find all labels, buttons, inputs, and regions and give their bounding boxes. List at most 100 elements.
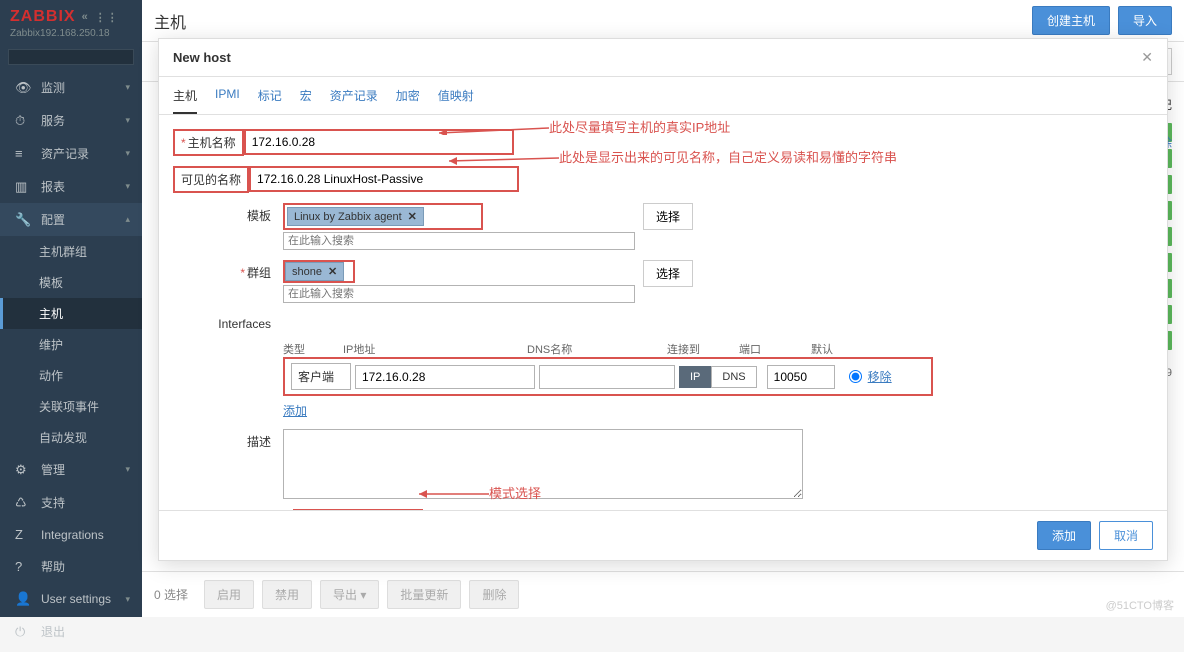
nav-user-settings[interactable]: 👤User settings▾ [0,583,142,615]
proxy-label: 由agent代理程序监测 [173,509,293,510]
new-host-modal: New host ✕ 主机 IPMI 标记 宏 资产记录 加密 值映射 *主机名… [158,38,1168,561]
close-icon[interactable]: ✕ [1141,49,1153,66]
group-search-input[interactable] [283,285,635,303]
nav-reports[interactable]: ▥报表▾ [0,170,142,203]
server-address: Zabbix192.168.250.18 [10,28,132,39]
sidebar: ZABBIX « ⋮⋮ Zabbix192.168.250.18 🔍 👁监测▾ … [0,0,142,617]
interface-type[interactable]: 客户端 [291,363,351,390]
footer-actions: 0 选择 启用 禁用 导出 ▾ 批量更新 删除 [142,571,1184,617]
interface-row: 客户端 IP DNS 移除 [283,357,933,396]
nav-admin[interactable]: ⚙管理▾ [0,453,142,486]
wrench-icon: 🔧 [15,212,31,228]
hostname-input[interactable] [244,129,514,155]
nav-services[interactable]: ⏱服务▾ [0,104,142,137]
subnav-host-groups[interactable]: 主机群组 [0,236,142,267]
chevron-up-icon: ▴ [125,214,130,225]
templates-multiselect[interactable]: Linux by Zabbix agent✕ [283,203,483,230]
nav-help[interactable]: ?帮助 [0,550,142,583]
chart-icon: ▥ [15,179,31,195]
nav-logout[interactable]: ⏻退出 [0,615,142,648]
chevron-down-icon: ▾ [125,464,130,475]
page-header: 主机 创建主机 导入 [142,0,1184,42]
chevron-down-icon: ▾ [125,181,130,192]
subnav-discovery[interactable]: 自动发现 [0,422,142,453]
search-input[interactable] [15,51,157,63]
help-icon: ? [15,559,31,574]
tab-ipmi[interactable]: IPMI [215,87,240,114]
interfaces-header: 类型 IP地址 DNS名称 连接到 端口 默认 [283,341,903,357]
clock-icon: ⏱ [15,113,31,129]
nav-integrations[interactable]: ZIntegrations [0,519,142,550]
main-content: 主机 创建主机 导入 过滤器 ▿ 移除 用性 agent 加密 信息 标记 ZB… [142,0,1184,617]
nav-inventory[interactable]: ≡资产记录▾ [0,137,142,170]
config-submenu: 主机群组 模板 主机 维护 动作 关联项事件 自动发现 [0,236,142,453]
template-pill[interactable]: Linux by Zabbix agent✕ [287,207,424,226]
visible-name-input[interactable] [249,166,519,192]
modal-tabs: 主机 IPMI 标记 宏 资产记录 加密 值映射 [159,77,1167,115]
description-textarea[interactable] [283,429,803,499]
group-pill[interactable]: shone✕ [285,262,344,281]
chevron-down-icon: ▾ [125,82,130,93]
search-box[interactable]: 🔍 [8,49,134,65]
brand-text: ZABBIX [10,8,76,26]
connect-ip-button[interactable]: IP [679,366,711,388]
eye-icon: 👁 [15,80,31,96]
nav-support[interactable]: ♺支持 [0,486,142,519]
modal-title: New host [173,50,231,65]
delete-button[interactable]: 删除 [469,580,519,609]
visible-name-label: 可见的名称 [173,166,249,193]
tab-valuemap[interactable]: 值映射 [438,87,474,114]
tab-encryption[interactable]: 加密 [396,87,420,114]
nav-config[interactable]: 🔧配置▴ [0,203,142,236]
chevron-down-icon: ▾ [125,594,130,605]
enable-button[interactable]: 启用 [204,580,254,609]
remove-tag-icon[interactable]: ✕ [408,210,417,223]
tab-host[interactable]: 主机 [173,87,197,114]
menu-icon[interactable]: ⋮⋮ [95,11,119,24]
collapse-icon[interactable]: « [82,11,89,23]
templates-label: 模板 [173,203,283,224]
groups-label: *群组 [173,260,283,281]
interfaces-label: Interfaces [173,313,283,331]
connect-dns-button[interactable]: DNS [711,366,756,388]
interface-dns-input[interactable] [539,365,675,389]
logo[interactable]: ZABBIX « ⋮⋮ [10,8,132,26]
subnav-hosts[interactable]: 主机 [0,298,142,329]
chevron-down-icon: ▾ [125,148,130,159]
gear-icon: ⚙ [15,462,31,478]
interface-port-input[interactable] [767,365,835,389]
select-template-button[interactable]: 选择 [643,203,693,230]
mass-update-button[interactable]: 批量更新 [387,580,461,609]
tab-macros[interactable]: 宏 [300,87,312,114]
user-icon: 👤 [15,591,31,607]
export-button[interactable]: 导出 ▾ [320,580,379,609]
interface-ip-input[interactable] [355,365,535,389]
description-label: 描述 [173,429,283,450]
selection-count: 0 选择 [154,586,188,603]
add-button[interactable]: 添加 [1037,521,1091,550]
select-group-button[interactable]: 选择 [643,260,693,287]
subnav-correlation[interactable]: 关联项事件 [0,391,142,422]
interface-default-radio[interactable] [849,370,862,383]
support-icon: ♺ [15,495,31,511]
import-button[interactable]: 导入 [1118,6,1172,35]
tab-tags[interactable]: 标记 [258,87,282,114]
template-search-input[interactable] [283,232,635,250]
subnav-maintenance[interactable]: 维护 [0,329,142,360]
power-icon: ⏻ [15,624,31,640]
remove-interface-link[interactable]: 移除 [868,368,892,385]
add-interface-link[interactable]: 添加 [283,404,307,418]
subnav-actions[interactable]: 动作 [0,360,142,391]
remove-tag-icon[interactable]: ✕ [328,265,337,278]
disable-button[interactable]: 禁用 [262,580,312,609]
watermark: @51CTO博客 [1106,597,1174,613]
nav-monitor[interactable]: 👁监测▾ [0,71,142,104]
logo-area: ZABBIX « ⋮⋮ Zabbix192.168.250.18 [0,0,142,43]
chevron-down-icon: ▾ [125,115,130,126]
subnav-templates[interactable]: 模板 [0,267,142,298]
cancel-button[interactable]: 取消 [1099,521,1153,550]
tab-inventory[interactable]: 资产记录 [330,87,378,114]
proxy-select[interactable]: proxy_passive [293,509,423,510]
create-host-button[interactable]: 创建主机 [1032,6,1110,35]
list-icon: ≡ [15,146,31,161]
